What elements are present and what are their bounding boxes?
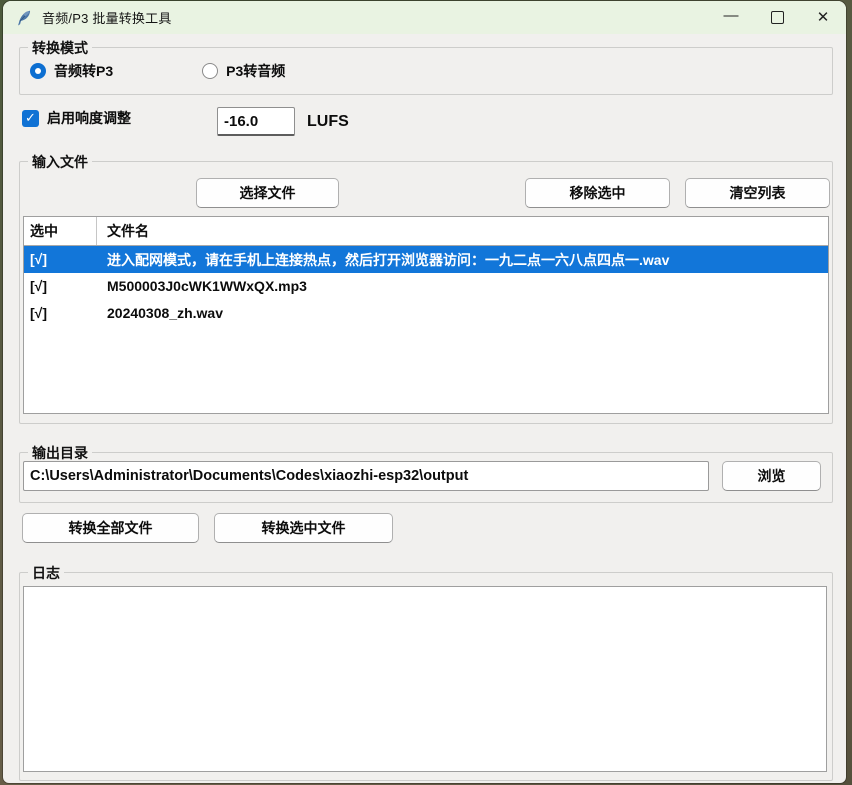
clear-list-button[interactable]: 清空列表 bbox=[685, 178, 830, 208]
select-files-button[interactable]: 选择文件 bbox=[196, 178, 339, 208]
radio-p3-to-audio[interactable]: P3转音频 bbox=[202, 61, 285, 81]
mode-radio-row: 音频转P3 P3转音频 bbox=[30, 61, 285, 81]
radio-p3-to-audio-label: P3转音频 bbox=[226, 61, 285, 81]
close-button[interactable]: ✕ bbox=[800, 1, 846, 34]
log-group-label: 日志 bbox=[28, 563, 64, 583]
window-controls: — ✕ bbox=[708, 1, 846, 34]
file-list-table[interactable]: 选中 文件名 [√] 进入配网模式，请在手机上连接热点，然后打开浏览器访问：一九… bbox=[23, 216, 829, 414]
input-files-group-label: 输入文件 bbox=[28, 152, 92, 172]
log-textarea[interactable] bbox=[23, 586, 827, 772]
output-dir-group: 输出目录 浏览 bbox=[19, 452, 833, 503]
loudness-checkbox[interactable]: ✓ bbox=[22, 110, 39, 127]
radio-off-icon bbox=[202, 63, 218, 79]
table-row[interactable]: [√] M500003J0cWK1WWxQX.mp3 bbox=[24, 273, 828, 300]
row-filename-cell: 进入配网模式，请在手机上连接热点，然后打开浏览器访问：一九二点一六八点四点一.w… bbox=[107, 252, 669, 268]
maximize-button[interactable] bbox=[754, 1, 800, 34]
row-checked-cell: [√] bbox=[30, 278, 47, 294]
row-filename-cell: 20240308_zh.wav bbox=[107, 305, 223, 321]
titlebar[interactable]: 音频/P3 批量转换工具 — ✕ bbox=[3, 1, 846, 34]
close-icon: ✕ bbox=[817, 10, 830, 25]
row-checked-cell: [√] bbox=[30, 305, 47, 321]
lufs-value-input[interactable] bbox=[217, 107, 295, 136]
table-row[interactable]: [√] 20240308_zh.wav bbox=[24, 300, 828, 327]
minimize-icon: — bbox=[724, 8, 739, 23]
radio-audio-to-p3[interactable]: 音频转P3 bbox=[30, 61, 113, 81]
remove-selected-button[interactable]: 移除选中 bbox=[525, 178, 670, 208]
minimize-button[interactable]: — bbox=[708, 1, 754, 34]
file-table-header: 选中 文件名 bbox=[24, 217, 828, 246]
browse-button[interactable]: 浏览 bbox=[722, 461, 821, 491]
column-header-checked[interactable]: 选中 bbox=[24, 217, 97, 245]
radio-on-icon bbox=[30, 63, 46, 79]
table-row[interactable]: [√] 进入配网模式，请在手机上连接热点，然后打开浏览器访问：一九二点一六八点四… bbox=[24, 246, 828, 273]
row-checked-cell: [√] bbox=[30, 251, 47, 267]
log-group: 日志 bbox=[19, 572, 833, 781]
convert-all-button[interactable]: 转换全部文件 bbox=[22, 513, 199, 543]
convert-selected-button[interactable]: 转换选中文件 bbox=[214, 513, 393, 543]
input-files-group: 输入文件 选择文件 移除选中 清空列表 选中 文件名 [√] 进入配网模式，请在… bbox=[19, 161, 833, 424]
checkmark-icon: ✓ bbox=[25, 110, 36, 126]
loudness-checkbox-row: ✓ 启用响度调整 bbox=[22, 108, 131, 128]
mode-group: 转换模式 音频转P3 P3转音频 bbox=[19, 47, 833, 95]
radio-audio-to-p3-label: 音频转P3 bbox=[54, 61, 113, 81]
window-title: 音频/P3 批量转换工具 bbox=[42, 8, 172, 27]
lufs-unit-label: LUFS bbox=[307, 113, 349, 131]
output-dir-group-label: 输出目录 bbox=[28, 443, 92, 463]
row-filename-cell: M500003J0cWK1WWxQX.mp3 bbox=[107, 278, 307, 294]
loudness-checkbox-label: 启用响度调整 bbox=[47, 108, 131, 128]
maximize-icon bbox=[771, 11, 784, 24]
app-window: 音频/P3 批量转换工具 — ✕ 转换模式 音频转P3 P3转音频 bbox=[3, 1, 846, 783]
python-feather-icon bbox=[15, 9, 33, 27]
mode-group-label: 转换模式 bbox=[28, 38, 92, 58]
output-path-input[interactable] bbox=[23, 461, 709, 491]
column-header-filename[interactable]: 文件名 bbox=[97, 221, 828, 241]
